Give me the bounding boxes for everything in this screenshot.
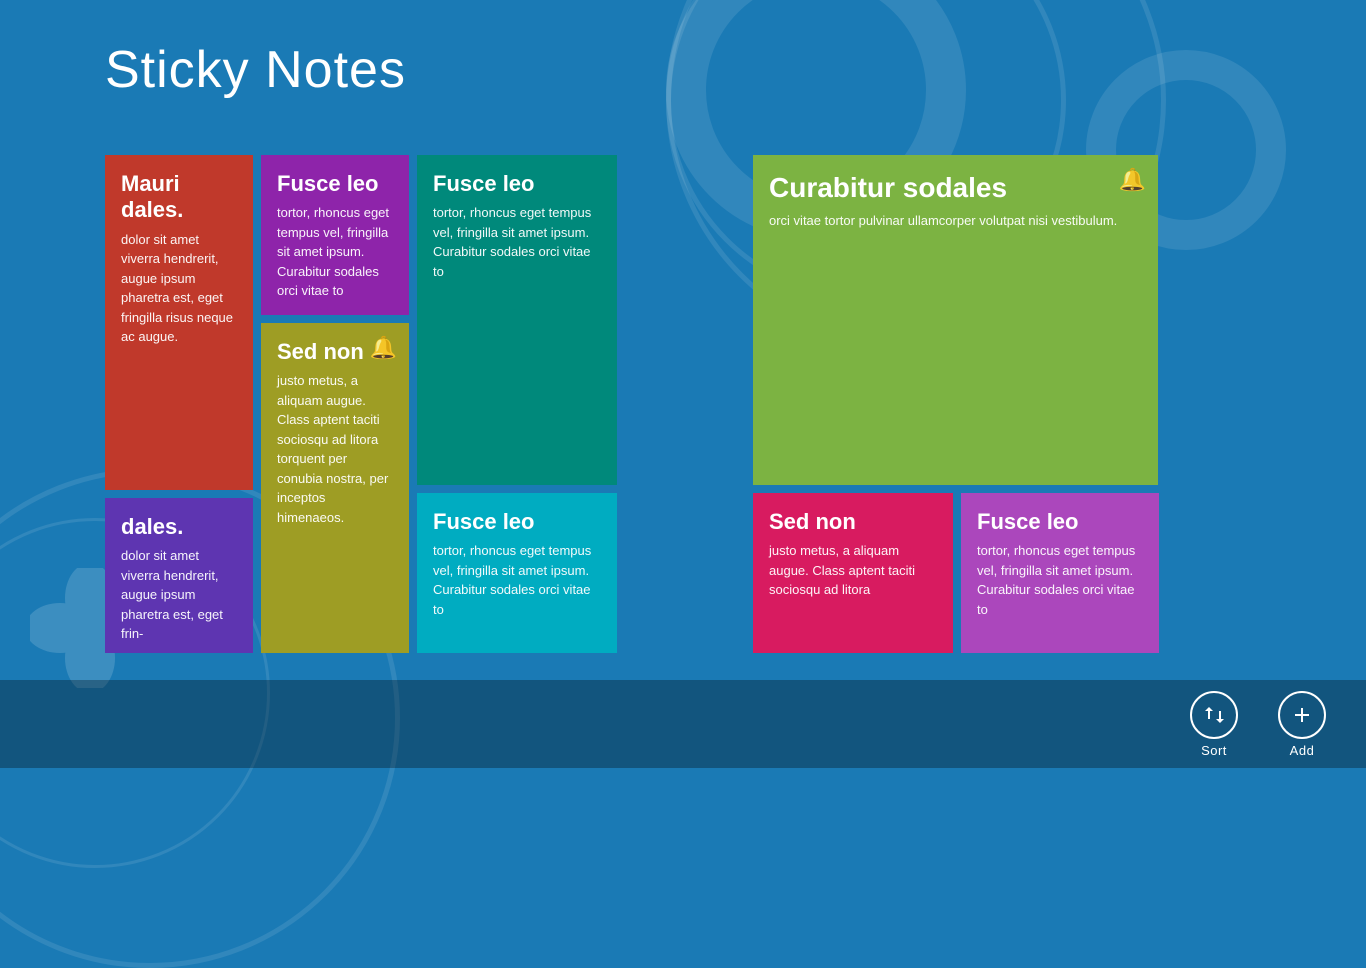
- col-3: Fusce leo tortor, rhoncus eget tempus ve…: [417, 155, 617, 653]
- note-tile[interactable]: 🔔 Curabitur sodales orci vitae tortor pu…: [753, 155, 1158, 485]
- col-1: Mauri dales. dolor sit amet viverra hen­…: [105, 155, 253, 653]
- note-tile[interactable]: Fusce leo tortor, rhoncus eget tempus ve…: [417, 155, 617, 485]
- bottom-bar: Sort Add: [0, 680, 1366, 768]
- note-tile[interactable]: Fusce leo tortor, rhoncus eget tempus ve…: [261, 155, 409, 315]
- sort-icon-container: [1190, 691, 1238, 739]
- bottom-row: Sed non justo metus, a aliquam augue. Cl…: [753, 493, 1159, 653]
- note-tile[interactable]: Mauri dales. dolor sit amet viverra hen­…: [105, 155, 253, 490]
- note-title: Sed non: [769, 509, 937, 535]
- col-4: 🔔 Curabitur sodales orci vitae tortor pu…: [753, 155, 1159, 653]
- note-body: justo metus, a aliquam augue. Class apte…: [277, 371, 393, 527]
- notes-container: Mauri dales. dolor sit amet viverra hen­…: [105, 155, 1159, 653]
- note-title: Fusce leo: [277, 171, 393, 197]
- note-body: tortor, rhoncus eget tempus vel, fringil…: [977, 541, 1143, 619]
- add-icon-container: [1278, 691, 1326, 739]
- note-title: Curabitur sodales: [769, 171, 1142, 205]
- note-body: tortor, rhoncus eget tempus vel, fringil…: [433, 203, 601, 281]
- add-icon: [1290, 703, 1314, 727]
- add-label: Add: [1290, 743, 1315, 758]
- add-action[interactable]: Add: [1278, 691, 1326, 758]
- note-tile[interactable]: Fusce leo tortor, rhoncus eget tempus ve…: [961, 493, 1159, 653]
- note-body: tortor, rhoncus eget tempus vel, fringil…: [277, 203, 393, 301]
- bell-icon: 🔔: [370, 335, 397, 361]
- note-body: orci vitae tortor pulvinar ullamcorper v…: [769, 211, 1142, 231]
- note-tile[interactable]: dales. dolor sit amet viverra hen­drerit…: [105, 498, 253, 653]
- note-tile[interactable]: Fusce leo tortor, rhoncus eget tempus ve…: [417, 493, 617, 653]
- bell-icon: 🔔: [1119, 167, 1146, 193]
- note-tile[interactable]: 🔔 Sed non justo metus, a aliquam augue. …: [261, 323, 409, 653]
- note-body: justo metus, a aliquam augue. Class apte…: [769, 541, 937, 600]
- note-tile[interactable]: Sed non justo metus, a aliquam augue. Cl…: [753, 493, 953, 653]
- note-title: Fusce leo: [433, 171, 601, 197]
- page-title: Sticky Notes: [105, 40, 406, 100]
- note-body: dolor sit amet viverra hen­drerit, augue…: [121, 230, 237, 347]
- sort-label: Sort: [1201, 743, 1227, 758]
- col-2: Fusce leo tortor, rhoncus eget tempus ve…: [261, 155, 409, 653]
- note-title: Fusce leo: [977, 509, 1143, 535]
- note-body: tortor, rhoncus eget tempus vel, fringil…: [433, 541, 601, 619]
- note-body: dolor sit amet viverra hen­drerit, augue…: [121, 546, 237, 644]
- sort-icon: [1202, 703, 1226, 727]
- sort-action[interactable]: Sort: [1190, 691, 1238, 758]
- note-title: Fusce leo: [433, 509, 601, 535]
- note-title: Mauri dales.: [121, 171, 237, 224]
- note-title: dales.: [121, 514, 237, 540]
